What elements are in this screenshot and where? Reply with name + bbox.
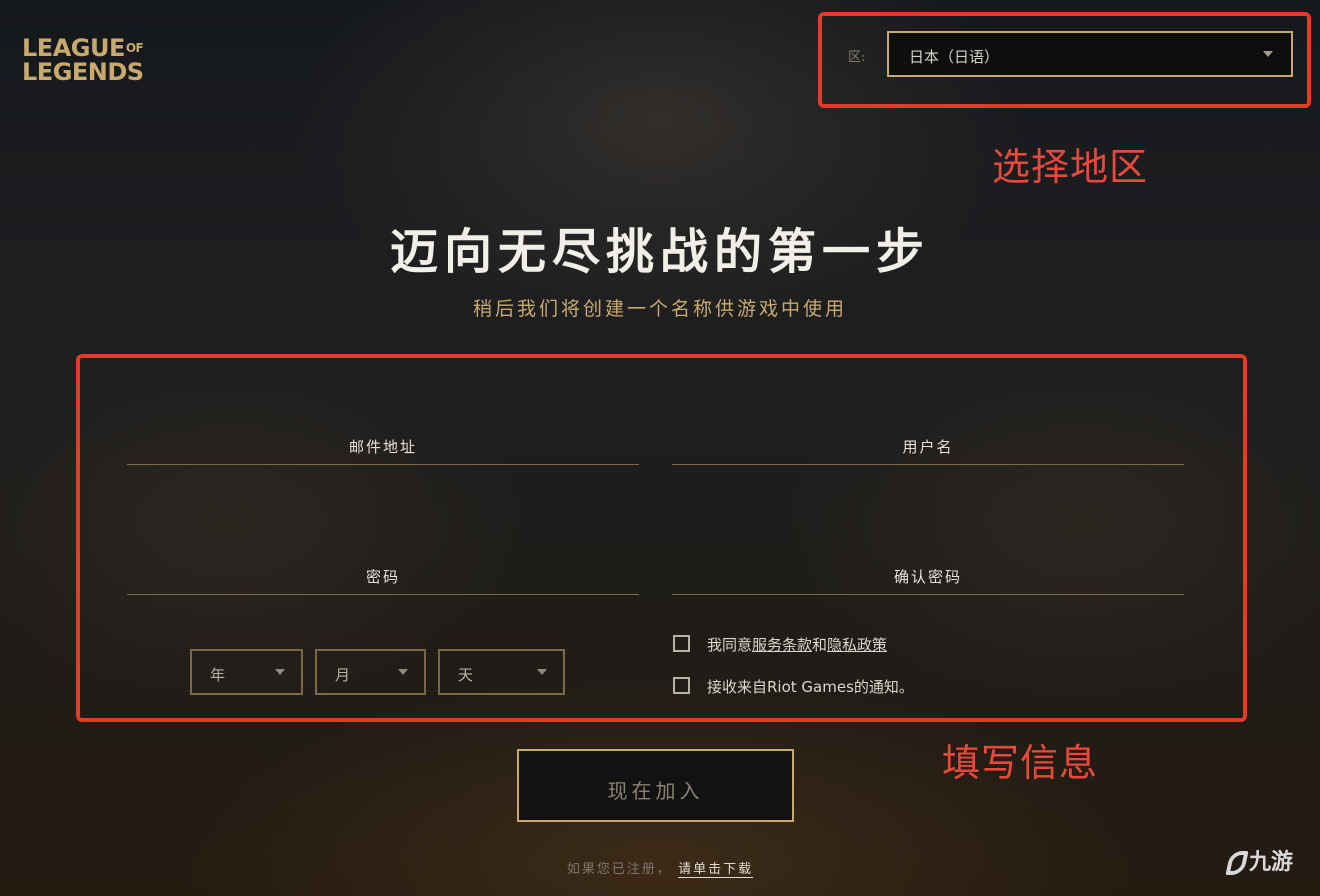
username-label: 用户名 — [902, 438, 954, 456]
password-label: 密码 — [365, 568, 400, 586]
chevron-down-icon — [275, 669, 285, 675]
download-link[interactable]: 请单击下载 — [678, 862, 753, 877]
privacy-policy-link[interactable]: 隐私政策 — [827, 636, 887, 654]
chevron-down-icon — [398, 669, 408, 675]
watermark: 九游 — [1225, 844, 1294, 876]
birth-month-select[interactable]: 月 — [315, 649, 426, 695]
terms-prefix: 我同意 — [707, 636, 753, 654]
terms-of-service-link[interactable]: 服务条款 — [752, 636, 812, 654]
day-placeholder: 天 — [458, 666, 474, 684]
chevron-down-icon — [537, 669, 547, 675]
join-now-label: 现在加入 — [607, 779, 704, 803]
birth-day-select[interactable]: 天 — [438, 649, 565, 695]
watermark-text: 九游 — [1249, 850, 1294, 875]
footer-note: 如果您已注册， 请单击下载 — [0, 858, 1320, 877]
confirm-password-label: 确认密码 — [893, 568, 962, 586]
join-now-button[interactable]: 现在加入 — [517, 749, 794, 822]
page-subtitle: 稍后我们将创建一个名称供游戏中使用 — [472, 298, 847, 320]
terms-text: 我同意服务条款和隐私政策 — [707, 634, 887, 655]
footer-text: 如果您已注册， — [566, 862, 672, 877]
terms-and: 和 — [812, 636, 828, 654]
annotation-region-text: 选择地区 — [992, 145, 1149, 189]
username-field[interactable]: 用户名 — [672, 428, 1184, 465]
logo-text-legends: LEGENDS — [22, 58, 144, 86]
logo-text-of: OF — [125, 41, 144, 55]
league-of-legends-logo: LEAGUEOF LEGENDS — [22, 36, 172, 84]
watermark-logo-icon — [1225, 851, 1249, 875]
confirm-password-field[interactable]: 确认密码 — [672, 558, 1184, 595]
month-placeholder: 月 — [335, 666, 351, 684]
email-label: 邮件地址 — [348, 438, 417, 456]
password-field[interactable]: 密码 — [127, 558, 639, 595]
newsletter-text: 接收来自Riot Games的通知。 — [707, 678, 914, 696]
birth-year-select[interactable]: 年 — [190, 649, 303, 695]
terms-checkbox[interactable] — [673, 635, 690, 652]
email-field[interactable]: 邮件地址 — [127, 428, 639, 465]
newsletter-checkbox[interactable] — [673, 677, 690, 694]
page-title: 迈向无尽挑战的第一步 — [389, 224, 930, 280]
year-placeholder: 年 — [210, 666, 226, 684]
annotation-form-text: 填写信息 — [942, 741, 1099, 785]
annotation-region-box — [818, 12, 1311, 108]
